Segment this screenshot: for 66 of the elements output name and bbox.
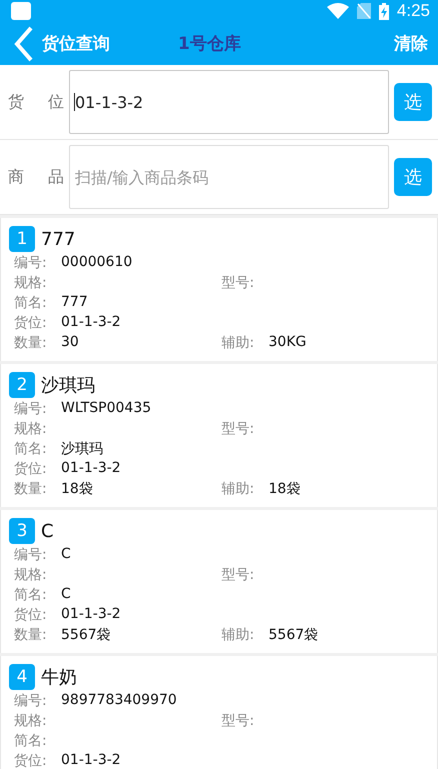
- product-card[interactable]: 3 C 编号: C 规格: 型号: 简名: C 货位: 01-1-3-2 数量: 5567袋 辅助: 5567袋: [0, 510, 438, 653]
- product-name: 777: [41, 228, 76, 250]
- field-label: 货位:: [14, 314, 48, 332]
- index-badge: 4: [9, 664, 35, 690]
- index-badge: 1: [9, 226, 35, 252]
- product-card[interactable]: 1 777 编号: 00000610 规格: 型号: 简名: 777 货位: 01-1-3-2 数量: 30 辅助: 30KG: [0, 218, 438, 361]
- field-label: 货位:: [14, 606, 48, 624]
- field-label: 货位:: [14, 460, 48, 478]
- field-value: 01-1-3-2: [61, 752, 121, 769]
- field-label: 辅助:: [222, 626, 256, 644]
- field-value: 沙琪玛: [61, 440, 103, 458]
- no-sim-icon: [356, 3, 371, 19]
- field-label: 货位:: [14, 752, 48, 769]
- field-value: C: [61, 546, 71, 564]
- field-label: 编号:: [14, 400, 48, 418]
- wifi-icon: [326, 3, 349, 19]
- field-label: 编号:: [14, 254, 48, 272]
- back-icon: [14, 26, 34, 62]
- field-label: 数量:: [14, 480, 48, 498]
- field-label: 辅助:: [222, 480, 256, 498]
- field-label: 规格:: [14, 566, 48, 584]
- field-label: 货 位: [8, 92, 64, 112]
- field-label: 辅助:: [222, 334, 256, 352]
- field-label: 数量:: [14, 334, 48, 352]
- product-name: C: [41, 520, 54, 542]
- field-value: 01-1-3-2: [61, 460, 121, 478]
- app-icon: [11, 2, 31, 20]
- field-label: 规格:: [14, 274, 48, 292]
- field-label: 型号:: [222, 420, 256, 438]
- field-value: 01-1-3-2: [61, 606, 121, 624]
- field-value: 30: [61, 334, 79, 352]
- field-value: 30KG: [268, 334, 306, 352]
- clock-time: 4:25: [396, 1, 430, 21]
- field-label: 简名:: [14, 440, 48, 458]
- field-label: 简名:: [14, 294, 48, 312]
- field-value: 9897783409970: [61, 692, 177, 710]
- field-label: 型号:: [222, 274, 256, 292]
- field-value: C: [61, 586, 71, 604]
- field-label: 简名:: [14, 732, 48, 750]
- input-field[interactable]: 01-1-3-2: [69, 70, 389, 134]
- field-value: 18袋: [268, 480, 300, 498]
- field-label: 编号:: [14, 546, 48, 564]
- field-label: 型号:: [222, 566, 256, 584]
- field-value: 5567袋: [268, 626, 318, 644]
- index-badge: 3: [9, 518, 35, 544]
- field-label: 规格:: [14, 420, 48, 438]
- field-value: WLTSP00435: [61, 400, 152, 418]
- warehouse-title: 1号仓库: [178, 33, 241, 55]
- field-label: 型号:: [222, 712, 256, 730]
- input-field[interactable]: 扫描/输入商品条码: [69, 145, 389, 209]
- field-label: 商 品: [8, 166, 64, 188]
- field-label: 数量:: [14, 626, 48, 644]
- index-badge: 2: [9, 372, 35, 398]
- field-value: 18袋: [61, 480, 93, 498]
- battery-charging-icon: [378, 2, 389, 20]
- field-value: 00000610: [61, 254, 132, 272]
- product-name: 牛奶: [41, 666, 77, 689]
- field-value: 5567袋: [61, 626, 111, 644]
- field-label: 编号:: [14, 692, 48, 710]
- field-label: 简名:: [14, 586, 48, 604]
- product-card[interactable]: 2 沙琪玛 编号: WLTSP00435 规格: 型号: 简名: 沙琪玛 货位: 01-1-3-2 数量: 18袋 辅助: 18袋: [0, 364, 438, 507]
- field-value: 01-1-3-2: [61, 314, 121, 332]
- field-label: 规格:: [14, 712, 48, 730]
- product-name: 沙琪玛: [41, 374, 95, 397]
- product-card[interactable]: 4 牛奶 编号: 9897783409970 规格: 型号: 简名: 货位: 01-1-3-2: [0, 656, 438, 769]
- field-value: 777: [61, 294, 88, 312]
